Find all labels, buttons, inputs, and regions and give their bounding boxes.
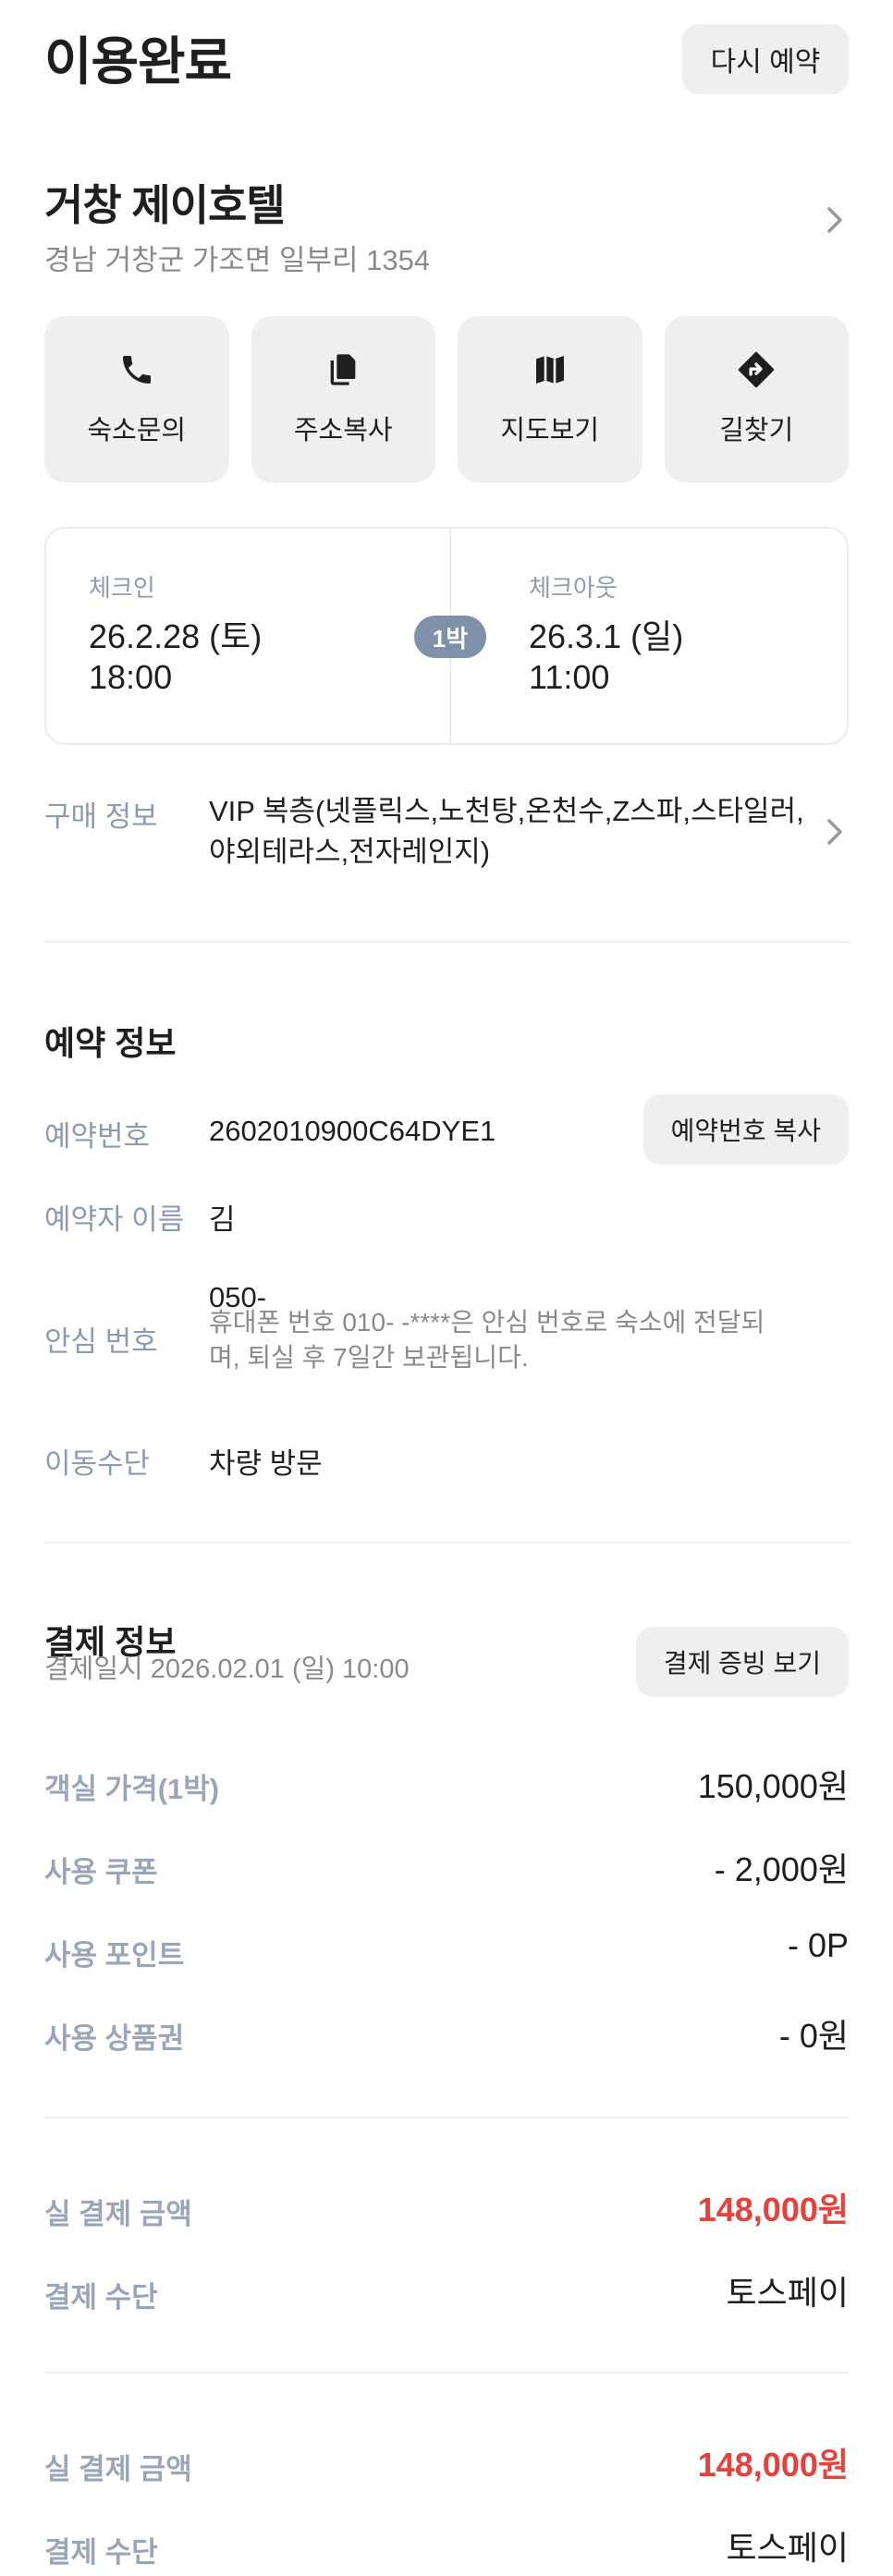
reservation-section-title: 예약 정보 [44, 1024, 177, 1062]
point-value: - 0P [787, 1926, 849, 1964]
hotel-name[interactable]: 거창 제이호텔 [44, 172, 286, 233]
payment-receipt-button[interactable]: 결제 증빙 보기 [635, 1627, 849, 1697]
payment-method-label: 결제 수단 [44, 2536, 158, 2569]
booker-name-label: 예약자 이름 [44, 1203, 185, 1236]
point-label: 사용 포인트 [44, 1939, 185, 1972]
checkout-date: 26.3.1 (일) [529, 617, 684, 655]
directions-button[interactable]: 길찾기 [664, 316, 849, 482]
voucher-value: - 0원 [778, 2017, 849, 2055]
action-label: 주소복사 [293, 416, 393, 446]
safe-number-note-line: 휴대폰 번호 010- -****은 안심 번호로 숙소에 전달되 [209, 1308, 765, 1337]
copy-icon [330, 354, 356, 385]
safe-number-note: 휴대폰 번호 010- -****은 안심 번호로 숙소에 전달되 며, 퇴실 … [209, 1305, 856, 1375]
action-row: 숙소문의 주소복사 지도보기 길찾기 [44, 316, 849, 482]
room-price-label: 객실 가격(1박) [44, 1773, 220, 1805]
purchase-value[interactable]: VIP 복층(넷플릭스,노천탕,온천수,Z스파,스타일러, 야외테라스,전자레인… [209, 791, 810, 873]
action-label: 지도보기 [500, 416, 600, 446]
nights-badge: 1박 [414, 616, 486, 658]
transport-label: 이동수단 [44, 1447, 151, 1480]
total-amount-value: 148,000원 [697, 2446, 849, 2484]
map-icon [535, 356, 564, 384]
reservation-number-value: 2602010900C64DYE1 [209, 1115, 496, 1147]
payment-method-value: 토스페이 [726, 2529, 849, 2567]
section-divider [44, 2372, 849, 2374]
view-map-button[interactable]: 지도보기 [458, 316, 642, 482]
checkout-block: 체크아웃 26.3.1 (일) 11:00 [529, 569, 683, 698]
voucher-label: 사용 상품권 [44, 2022, 185, 2055]
purchase-value-line: VIP 복층(넷플릭스,노천탕,온천수,Z스파,스타일러, [209, 795, 804, 827]
booker-name-value: 김 [209, 1203, 236, 1236]
action-label: 숙소문의 [87, 416, 187, 446]
chevron-right-icon[interactable] [821, 813, 849, 850]
copy-reservation-number-button[interactable]: 예약번호 복사 [642, 1094, 849, 1165]
coupon-label: 사용 쿠폰 [44, 1856, 158, 1888]
copy-address-button[interactable]: 주소복사 [251, 316, 435, 482]
checkin-date: 26.2.28 (토) [89, 617, 263, 655]
action-label: 길찾기 [719, 416, 794, 446]
coupon-value: - 2,000원 [714, 1850, 849, 1888]
payment-method-label: 결제 수단 [44, 2281, 158, 2314]
section-divider [44, 2117, 849, 2118]
rebook-button[interactable]: 다시 예약 [682, 24, 849, 94]
reservation-number-label: 예약번호 [44, 1120, 151, 1153]
total-amount-label: 실 결제 금액 [44, 2453, 192, 2485]
purchase-label: 구매 정보 [44, 800, 158, 833]
payment-date: 결제일시 2026.02.01 (일) 10:00 [44, 1654, 410, 1684]
checkout-label: 체크아웃 [529, 574, 618, 602]
room-price-value: 150,000원 [697, 1767, 849, 1805]
section-divider [44, 1542, 849, 1544]
hotel-address: 경남 거창군 가조면 일부리 1354 [44, 244, 431, 276]
directions-icon [739, 351, 775, 388]
transport-value: 차량 방문 [209, 1447, 323, 1480]
page-title: 이용완료 [44, 32, 232, 91]
checkin-label: 체크인 [89, 574, 155, 602]
payment-method-value: 토스페이 [726, 2274, 849, 2312]
stay-card: 체크인 26.2.28 (토) 18:00 1박 체크아웃 26.3.1 (일)… [44, 527, 849, 745]
phone-icon [122, 356, 151, 384]
safe-number-note-line: 며, 퇴실 후 7일간 보관됩니다. [209, 1343, 529, 1372]
checkin-block: 체크인 26.2.28 (토) 18:00 [89, 569, 262, 698]
chevron-right-icon[interactable] [821, 201, 849, 238]
checkin-time: 18:00 [89, 658, 173, 696]
contact-button[interactable]: 숙소문의 [44, 316, 229, 482]
total-amount-label: 실 결제 금액 [44, 2198, 192, 2230]
total-amount-value: 148,000원 [697, 2191, 849, 2228]
checkout-time: 11:00 [529, 658, 610, 696]
purchase-value-line: 야외테라스,전자레인지) [209, 836, 491, 868]
section-divider [44, 941, 849, 943]
safe-number-label: 안심 번호 [44, 1325, 158, 1358]
